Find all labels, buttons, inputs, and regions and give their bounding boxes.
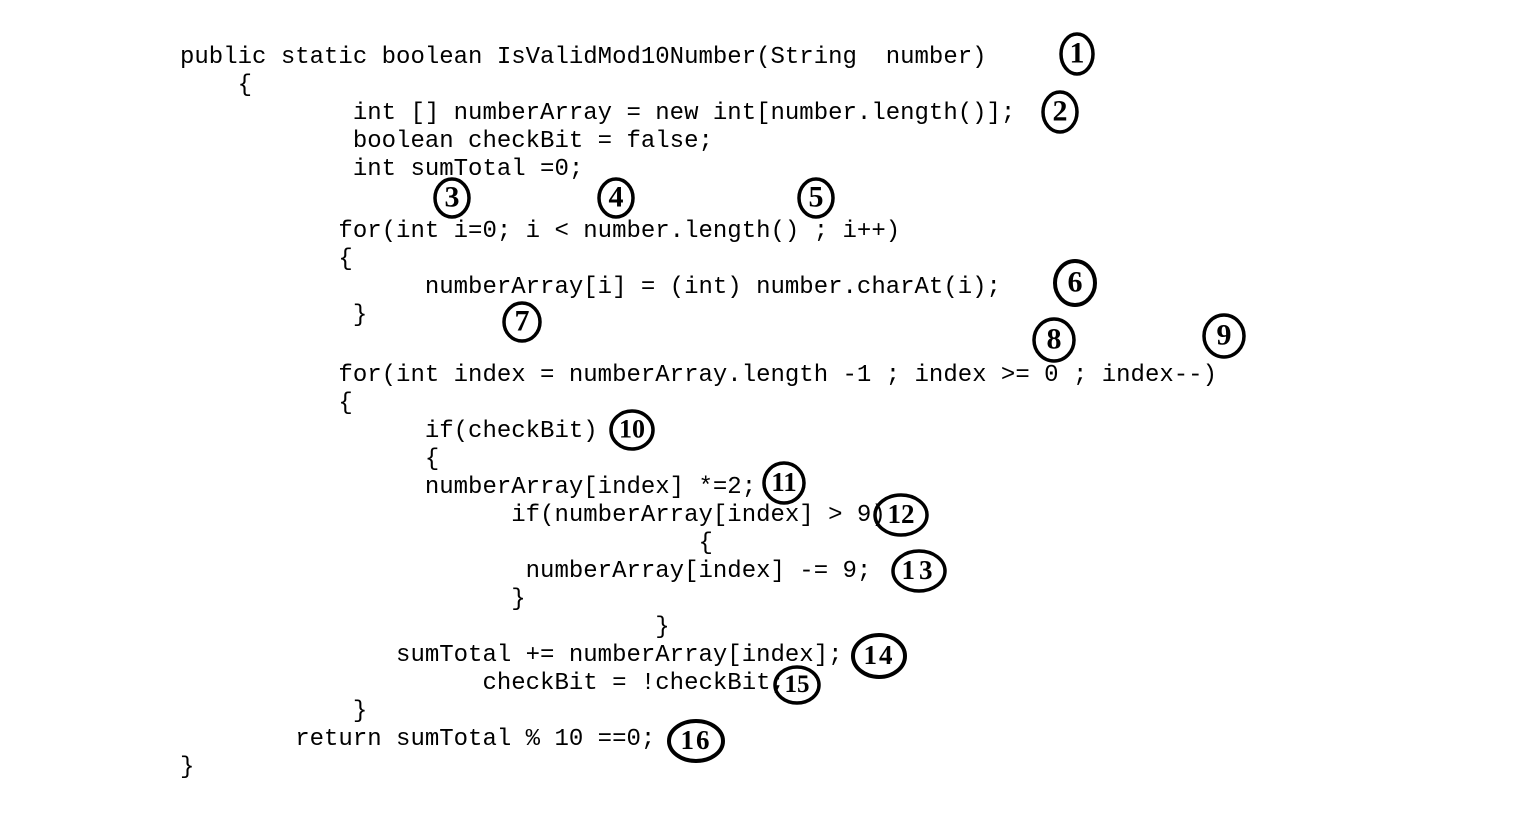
code-line: numberArray[i] = (int) number.charAt(i);: [0, 274, 1001, 301]
annotation-circle-4: 4: [594, 176, 638, 220]
code-line: }: [0, 698, 367, 725]
code-line: if(checkBit): [0, 418, 598, 445]
annotation-number: 4: [609, 182, 624, 212]
code-line: }: [0, 614, 670, 641]
annotation-number: 10: [619, 416, 645, 442]
annotation-circle-10: 10: [608, 408, 656, 452]
annotation-circle-14: 14: [850, 632, 908, 680]
annotation-number: 1: [1070, 38, 1085, 68]
code-line: sumTotal += numberArray[index];: [0, 642, 843, 669]
annotation-number: 14: [864, 642, 895, 669]
code-line: numberArray[index] *=2;: [0, 474, 756, 501]
code-line: boolean checkBit = false;: [0, 128, 713, 155]
code-line: }: [0, 302, 367, 329]
annotation-circle-7: 7: [500, 300, 544, 344]
annotation-number: 6: [1068, 267, 1083, 297]
code-line: {: [0, 390, 353, 417]
annotation-number: 9: [1217, 320, 1232, 350]
annotation-number: 7: [515, 306, 530, 336]
annotation-number: 3: [445, 182, 460, 212]
code-line: {: [0, 72, 252, 99]
annotation-number: 11: [771, 469, 797, 496]
annotation-circle-16: 16: [666, 718, 726, 764]
code-line: {: [0, 530, 713, 557]
code-line: if(numberArray[index] > 9): [0, 502, 886, 529]
annotation-circle-15: 15: [772, 664, 822, 706]
code-line: {: [0, 446, 439, 473]
code-line: }: [0, 586, 526, 613]
code-line: int [] numberArray = new int[number.leng…: [0, 100, 1015, 127]
annotation-circle-1: 1: [1055, 32, 1099, 76]
annotation-number: 8: [1047, 324, 1062, 354]
annotation-number: 13: [902, 557, 937, 584]
code-line: {: [0, 246, 353, 273]
code-line: return sumTotal % 10 ==0;: [0, 726, 655, 753]
annotation-circle-6: 6: [1050, 258, 1100, 308]
code-line: int sumTotal =0;: [0, 156, 583, 183]
annotation-number: 2: [1053, 96, 1068, 126]
annotation-circle-13: 13: [890, 548, 948, 594]
code-line: }: [0, 754, 194, 781]
code-canvas: public static boolean IsValidMod10Number…: [0, 0, 1528, 839]
annotation-circle-9: 9: [1200, 312, 1248, 360]
annotation-circle-2: 2: [1038, 90, 1082, 134]
annotation-circle-12: 12: [872, 492, 930, 538]
annotation-circle-5: 5: [794, 176, 838, 220]
code-line: checkBit = !checkBit;: [0, 670, 785, 697]
annotation-number: 16: [681, 727, 712, 754]
annotation-circle-8: 8: [1030, 316, 1078, 364]
code-line: public static boolean IsValidMod10Number…: [0, 44, 987, 71]
annotation-number: 12: [888, 501, 915, 528]
annotation-circle-3: 3: [430, 176, 474, 220]
annotation-number: 5: [809, 182, 824, 212]
code-line: numberArray[index] -= 9;: [0, 558, 871, 585]
annotation-circle-11: 11: [760, 460, 808, 506]
annotation-number: 15: [785, 672, 810, 697]
